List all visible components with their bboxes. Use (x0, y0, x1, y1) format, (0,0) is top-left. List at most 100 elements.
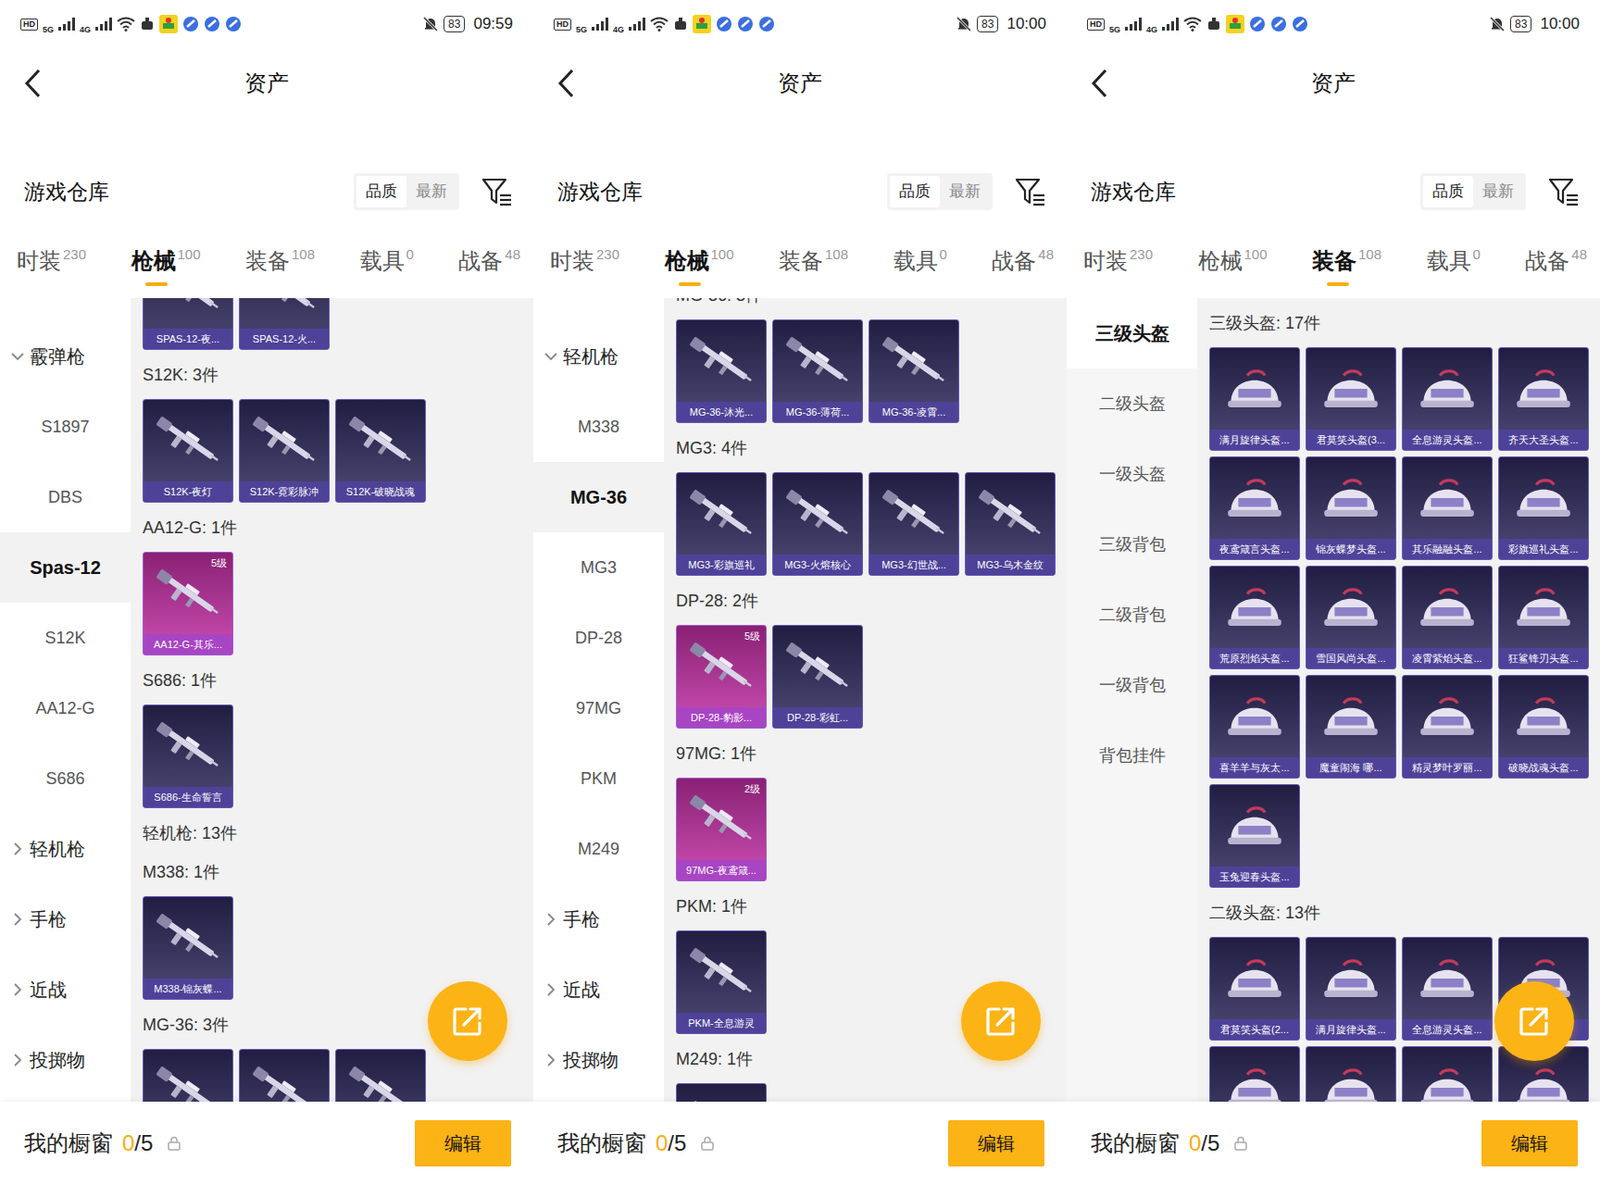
item-tile[interactable]: 精灵梦叶罗丽... (1401, 675, 1493, 779)
item-label[interactable]: 一级背包 (1099, 673, 1166, 699)
tab-label[interactable]: 战备 (458, 248, 503, 274)
chevron-right-icon[interactable] (11, 1053, 25, 1067)
item-tile[interactable] (142, 1049, 234, 1102)
chevron-right-icon[interactable] (11, 983, 25, 997)
group-label[interactable]: 近战 (562, 975, 600, 1004)
item-label[interactable]: 背包挂件 (1099, 743, 1166, 769)
group-label[interactable]: 霰弹枪 (29, 342, 86, 371)
sidebar-item[interactable]: M338 (533, 391, 664, 463)
item-tile[interactable]: 君莫笑头盔(3... (1305, 347, 1397, 451)
sidebar-entry[interactable]: 霰弹枪 (0, 321, 131, 392)
item-tile[interactable]: 齐天大圣头盔... (1498, 347, 1589, 451)
item-label[interactable]: Spas-12 (29, 553, 101, 582)
item-tile[interactable]: 狂鲨锋刃头盔... (1498, 565, 1589, 670)
chevron-right-icon[interactable] (544, 1053, 558, 1067)
chevron-down-icon[interactable] (11, 351, 25, 362)
category-tab[interactable]: 载具0 (893, 244, 948, 278)
item-tile[interactable]: 雪国风尚头盔... (1305, 565, 1397, 670)
sidebar-entry[interactable]: S12K (0, 602, 131, 674)
item-tile[interactable]: 夜鸢箴言头盔... (1209, 456, 1300, 561)
sidebar-item[interactable]: S1897 (0, 391, 131, 463)
back-button[interactable] (1066, 68, 1134, 99)
sidebar-group[interactable]: 手枪 (0, 884, 131, 955)
item-tile[interactable]: 彩旗巡礼头盔... (1498, 456, 1589, 561)
item-tile[interactable]: 魔童闹海 哪... (1305, 675, 1397, 779)
sidebar-entry[interactable]: 三级头盔 (1066, 298, 1198, 369)
item-tile[interactable]: PKM-全息游灵 (675, 930, 767, 1035)
item-tile[interactable]: S12K-霓彩脉冲 (238, 399, 330, 503)
sidebar-item[interactable]: 三级背包 (1066, 509, 1198, 580)
item-label[interactable]: 97MG (575, 696, 622, 722)
back-arrow-icon[interactable] (24, 68, 41, 99)
category-tab[interactable]: 装备108 (1312, 244, 1382, 278)
group-label[interactable]: 手枪 (562, 905, 600, 934)
sidebar-item[interactable]: 一级头盔 (1066, 438, 1198, 510)
filter-icon[interactable] (1548, 176, 1580, 207)
sidebar-group[interactable]: 近战 (533, 954, 664, 1025)
tab-label[interactable]: 装备 (778, 248, 824, 274)
item-tile[interactable] (675, 1083, 767, 1102)
tab-label[interactable]: 枪械 (1198, 248, 1243, 274)
edit-button[interactable]: 编辑 (414, 1120, 512, 1167)
sidebar-item[interactable]: PKM (533, 743, 664, 814)
group-label[interactable]: 轻机枪 (29, 835, 86, 863)
item-tile[interactable]: S12K-破晓战魂 (335, 399, 426, 503)
category-tab[interactable]: 战备48 (1525, 244, 1588, 278)
group-label[interactable]: 轻机枪 (562, 342, 619, 371)
sidebar-item[interactable]: 背包挂件 (1066, 720, 1198, 791)
item-tile[interactable]: 荒原烈焰头盔... (1209, 565, 1300, 670)
sidebar-entry[interactable]: 一级背包 (1066, 650, 1198, 721)
tab-label[interactable]: 枪械 (664, 248, 710, 274)
sidebar-entry[interactable]: DBS (0, 462, 131, 533)
sidebar-group[interactable]: 投掷物 (533, 1025, 664, 1096)
item-label[interactable]: DP-28 (575, 625, 623, 651)
item-tile[interactable] (238, 1049, 330, 1102)
item-label[interactable]: 三级头盔 (1095, 319, 1170, 348)
tab-label[interactable]: 时装 (550, 248, 595, 274)
sidebar-group[interactable]: 轻机枪 (533, 321, 664, 392)
item-tile[interactable]: 满月旋律头盔... (1305, 937, 1397, 1041)
item-tile[interactable]: MG-36-凌霄... (868, 319, 960, 424)
sort-option[interactable]: 最新 (1473, 175, 1524, 208)
item-tile[interactable]: 5级DP-28-豹影... (675, 625, 767, 729)
item-label[interactable]: M249 (577, 837, 620, 863)
item-tile[interactable]: S686-生命誓言 (142, 704, 234, 809)
item-tile[interactable] (1209, 1046, 1300, 1102)
tab-label[interactable]: 枪械 (131, 248, 176, 274)
category-tab[interactable]: 装备108 (245, 244, 315, 278)
sort-option[interactable]: 品质 (1423, 175, 1474, 208)
sidebar-item[interactable]: 三级头盔 (1066, 298, 1198, 369)
item-tile[interactable]: 5级AA12-G-其乐... (142, 551, 234, 656)
sidebar-entry[interactable]: S1897 (0, 391, 131, 463)
chevron-right-icon[interactable] (544, 912, 558, 926)
item-tile[interactable]: 凌霄紫焰头盔... (1401, 565, 1493, 670)
item-tile[interactable]: MG-36-薄荷... (772, 319, 863, 424)
sort-option[interactable]: 最新 (939, 175, 990, 208)
group-label[interactable]: 手枪 (29, 905, 67, 934)
group-label[interactable]: 近战 (29, 975, 67, 1004)
sidebar-entry[interactable]: MG3 (533, 532, 664, 603)
item-label[interactable]: AA12-G (35, 696, 95, 722)
sort-option[interactable]: 最新 (406, 175, 457, 208)
item-tile[interactable]: MG3-乌木金纹 (964, 472, 1056, 576)
category-tab[interactable]: 枪械100 (1198, 244, 1268, 278)
back-arrow-icon[interactable] (1090, 68, 1108, 99)
sidebar-entry[interactable]: 近战 (533, 954, 664, 1025)
back-arrow-icon[interactable] (557, 68, 575, 99)
external-link-icon[interactable] (1517, 1004, 1551, 1038)
sidebar-entry[interactable]: 背包挂件 (1066, 720, 1198, 791)
sidebar-entry[interactable]: 三级背包 (1066, 509, 1198, 580)
tab-label[interactable]: 战备 (1525, 248, 1570, 274)
back-button[interactable] (0, 68, 67, 99)
sidebar-item[interactable]: Spas-12 (0, 532, 131, 603)
chevron-down-icon[interactable] (544, 351, 558, 362)
sidebar-entry[interactable]: 手枪 (533, 884, 664, 955)
item-tile[interactable]: 喜羊羊与灰太... (1209, 675, 1300, 779)
category-tab[interactable]: 时装230 (16, 244, 87, 278)
tab-label[interactable]: 时装 (1083, 248, 1128, 274)
sidebar-entry[interactable]: 二级头盔 (1066, 368, 1198, 439)
item-label[interactable]: 一级头盔 (1099, 462, 1166, 488)
edit-button[interactable]: 编辑 (948, 1120, 1045, 1167)
sidebar-item[interactable]: 一级背包 (1066, 650, 1198, 721)
back-button[interactable] (533, 68, 600, 99)
